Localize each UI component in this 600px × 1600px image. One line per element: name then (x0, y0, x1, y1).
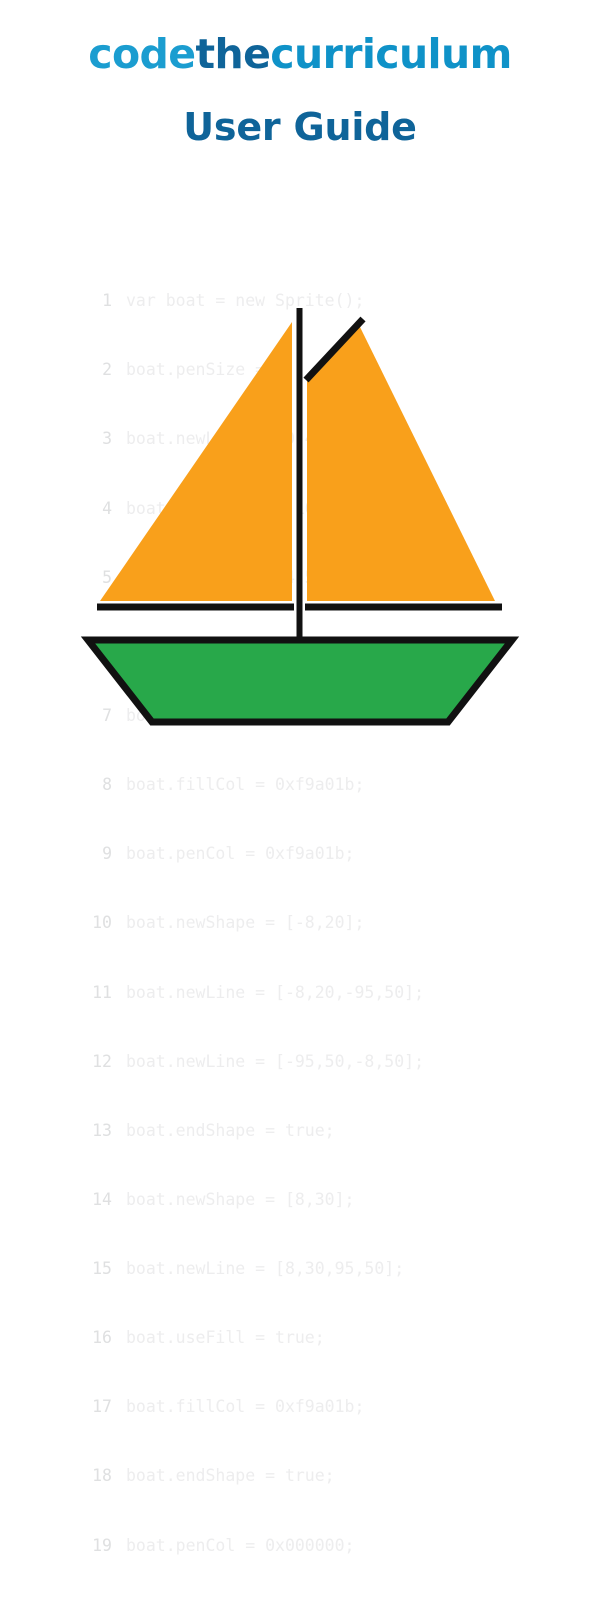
line-number: 9 (102, 844, 112, 864)
line-code: boat.penCol = 0x000000; (126, 1535, 355, 1555)
line-number: 16 (92, 1328, 112, 1348)
code-line: 1 var boat = new Sprite(); (78, 289, 548, 312)
code-line: 5 boat.newLine = [4,56,100,56]; (78, 566, 548, 589)
code-line: 16 boat.useFill = true; (78, 1326, 548, 1349)
code-line: 15 boat.newLine = [8,30,95,50]; (78, 1257, 548, 1280)
code-line: 10 boat.newShape = [-8,20]; (78, 911, 548, 934)
code-line: 11 boat.newLine = [-8,20,-95,50]; (78, 981, 548, 1004)
line-number: 14 (92, 1189, 112, 1209)
line-number: 5 (102, 567, 112, 587)
line-code: boat.useFill = true; (126, 1328, 325, 1348)
line-code: boat.newLine = [-8,20,-95,50]; (126, 982, 425, 1002)
line-number: 11 (92, 982, 112, 1002)
code-line: 17 boat.fillCol = 0xf9a01b; (78, 1395, 548, 1418)
line-code: boat.penCol = 0xf9a01b; (126, 844, 355, 864)
line-number: 19 (92, 1535, 112, 1555)
brand-title-segment-code: code (88, 30, 196, 78)
code-line: 2 boat.penSize = 1; (78, 358, 548, 381)
line-code: boat.newLine = [-100,56,-4,56]; (126, 498, 434, 518)
background-code-listing: 1 var boat = new Sprite(); 2 boat.penSize … (78, 243, 548, 1600)
code-line: 19 boat.penCol = 0x000000; (78, 1534, 548, 1557)
line-number: 13 (92, 1120, 112, 1140)
line-number: 1 (102, 291, 112, 311)
line-code: boat.fillCol = 0xf9a01b; (126, 775, 365, 795)
cover-page: 1 var boat = new Sprite(); 2 boat.penSize … (0, 0, 600, 1555)
line-number: 17 (92, 1397, 112, 1417)
page-subtitle: User Guide (183, 105, 417, 149)
line-number: 4 (102, 498, 112, 518)
line-code: var boat = new Sprite(); (126, 291, 365, 311)
line-code: boat.fillCol = 0xf9a01b; (126, 1397, 365, 1417)
line-code: boat.newShape = [-8,20]; (126, 913, 365, 933)
line-code: boat.endShape = true; (126, 1466, 335, 1486)
title-block: codethecurriculum User Guide (0, 34, 600, 149)
line-code: boat.newLine = [0,40,0,206]; (126, 429, 405, 449)
line-code: boat.newLine = [8,30,95,50]; (126, 1259, 405, 1279)
code-line: 6 boat.newLine = [4,56,4,203]; (78, 635, 548, 658)
line-number: 15 (92, 1259, 112, 1279)
code-line: 4 boat.newLine = [-100,56,-4,56]; (78, 497, 548, 520)
line-number: 10 (92, 913, 112, 933)
code-line: 9 boat.penCol = 0xf9a01b; (78, 842, 548, 865)
line-code: boat.useFill = true; (126, 705, 325, 725)
code-line: 12 boat.newLine = [-95,50,-8,50]; (78, 1050, 548, 1073)
code-line: 8 boat.fillCol = 0xf9a01b; (78, 773, 548, 796)
line-number: 8 (102, 775, 112, 795)
line-number: 6 (102, 636, 112, 656)
code-line: 13 boat.endShape = true; (78, 1119, 548, 1142)
line-code: boat.endShape = true; (126, 1120, 335, 1140)
code-line: 18 boat.endShape = true; (78, 1464, 548, 1487)
brand-title-segment-curriculum: curriculum (270, 30, 512, 78)
line-code: boat.newShape = [8,30]; (126, 1189, 355, 1209)
brand-title-segment-the: the (195, 30, 271, 78)
code-line: 7 boat.useFill = true; (78, 704, 548, 727)
brand-title: codethecurriculum (0, 34, 600, 75)
code-line: 14 boat.newShape = [8,30]; (78, 1188, 548, 1211)
line-code: boat.newLine = [4,56,100,56]; (126, 567, 415, 587)
line-code: boat.penSize = 1; (126, 360, 295, 380)
line-number: 12 (92, 1051, 112, 1071)
line-code: boat.newLine = [4,56,4,203]; (126, 636, 405, 656)
line-number: 18 (92, 1466, 112, 1486)
line-number: 2 (102, 360, 112, 380)
line-code: boat.newLine = [-95,50,-8,50]; (126, 1051, 425, 1071)
code-line: 3 boat.newLine = [0,40,0,206]; (78, 427, 548, 450)
line-number: 7 (102, 705, 112, 725)
line-number: 3 (102, 429, 112, 449)
